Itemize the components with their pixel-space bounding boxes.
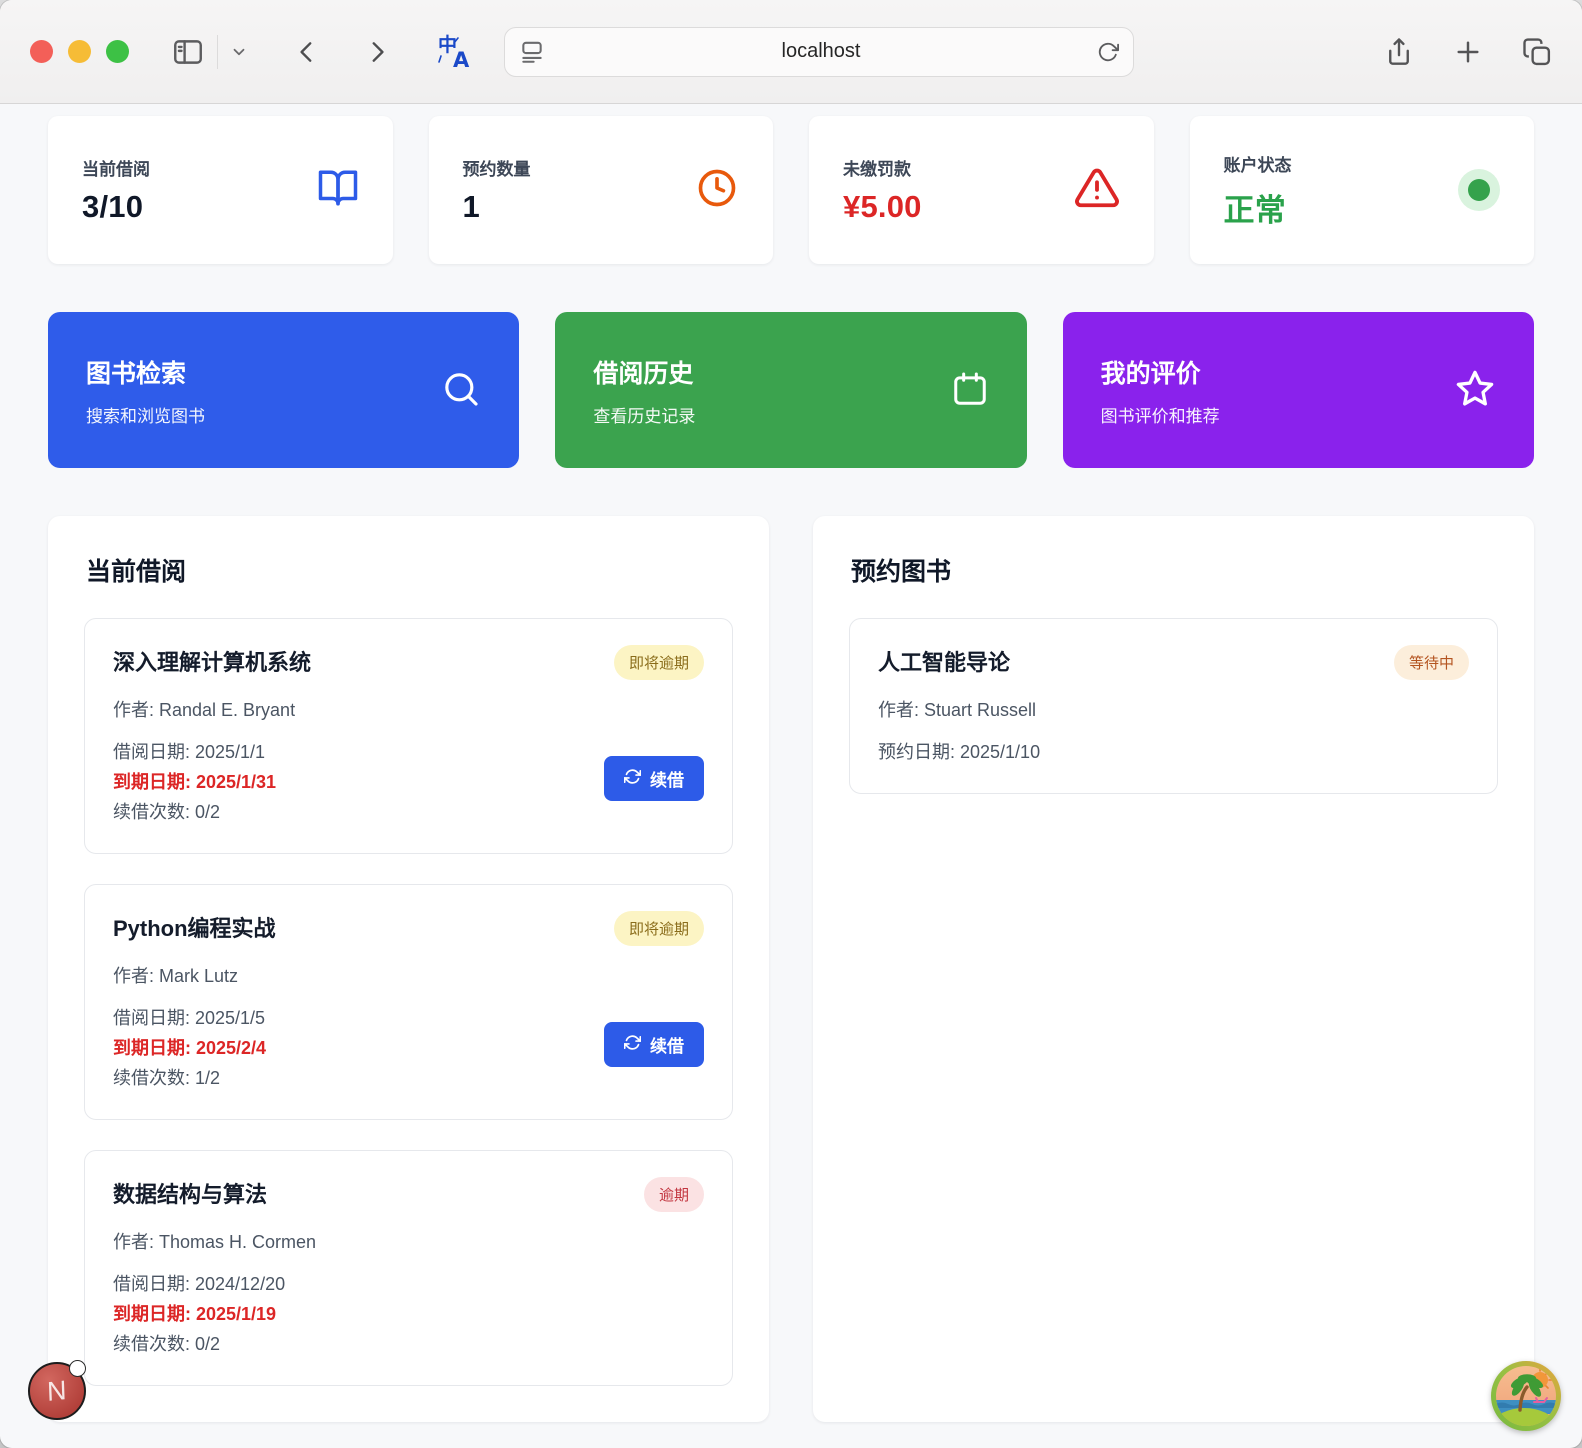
sidebar-toggle-icon[interactable] [171,35,205,69]
renew-count: 续借次数: 0/2 [113,1329,704,1359]
book-author: 作者: Mark Lutz [113,962,704,988]
status-badge: 等待中 [1394,645,1469,680]
status-badge: 逾期 [644,1177,704,1212]
share-icon[interactable] [1384,37,1414,67]
loan-card: Python编程实战 即将逾期 作者: Mark Lutz 借阅日期: 2025… [84,884,733,1120]
stat-label: 账户状态 [1224,151,1292,176]
book-title: Python编程实战 [113,911,276,943]
borrow-history-button[interactable]: 借阅历史 查看历史记录 [555,312,1026,468]
action-subtitle: 图书评价和推荐 [1101,402,1220,427]
refresh-icon [624,768,641,790]
book-title: 数据结构与算法 [113,1177,267,1209]
reserve-date: 预约日期: 2025/1/10 [878,737,1469,767]
stat-value: ¥5.00 [843,189,922,225]
stat-card-unpaid-fines: 未缴罚款 ¥5.00 [809,116,1154,264]
avatar-letter: N [47,1374,67,1407]
action-subtitle: 搜索和浏览图书 [86,402,205,427]
loan-card: 深入理解计算机系统 即将逾期 作者: Randal E. Bryant 借阅日期… [84,618,733,854]
traffic-lights [30,40,129,63]
panel-title: 预约图书 [851,552,1498,588]
stat-value: 1 [463,189,531,225]
action-title: 图书检索 [86,354,205,390]
star-icon [1454,368,1496,413]
status-dot-icon [1458,169,1500,211]
browser-window: 中 A localhost [0,0,1582,1448]
toolbar-divider [217,35,218,69]
action-subtitle: 查看历史记录 [593,402,695,427]
minimize-window-button[interactable] [68,40,91,63]
clock-icon [695,166,739,215]
sidebar-chevron-down-icon[interactable] [230,43,248,61]
reserved-books-panel: 预约图书 人工智能导论 等待中 作者: Stuart Russell 预约日期:… [813,516,1534,1422]
quick-actions-row: 图书检索 搜索和浏览图书 借阅历史 查看历史记录 [48,312,1534,468]
tab-overview-icon[interactable] [1522,37,1552,67]
book-author: 作者: Thomas H. Cormen [113,1228,704,1254]
address-bar[interactable]: localhost [504,27,1134,77]
stat-value: 正常 [1224,185,1292,230]
loan-card: 数据结构与算法 逾期 作者: Thomas H. Cormen 借阅日期: 20… [84,1150,733,1386]
stat-card-reservations: 预约数量 1 [429,116,774,264]
new-tab-icon[interactable] [1454,38,1482,66]
alert-triangle-icon [1074,165,1120,216]
action-title: 借阅历史 [593,354,695,390]
book-author: 作者: Randal E. Bryant [113,696,704,722]
palm-island-badge[interactable] [1490,1360,1562,1432]
renew-button-label: 续借 [650,1032,684,1057]
book-title: 人工智能导论 [878,645,1010,677]
calendar-icon [951,370,989,411]
floating-avatar-button[interactable]: N [28,1362,86,1420]
svg-text:A: A [453,48,470,72]
current-loans-panel: 当前借阅 深入理解计算机系统 即将逾期 作者: Randal E. Bryant… [48,516,769,1422]
url-text: localhost [545,40,1097,63]
page-content: 当前借阅 3/10 预约数量 1 [0,104,1582,1448]
page-format-icon[interactable] [519,39,545,65]
status-badge: 即将逾期 [614,645,704,680]
action-title: 我的评价 [1101,354,1220,390]
forward-button-icon[interactable] [364,39,390,65]
stat-label: 未缴罚款 [843,155,922,180]
renew-button[interactable]: 续借 [604,1022,704,1067]
stat-label: 当前借阅 [82,155,150,180]
my-reviews-button[interactable]: 我的评价 图书评价和推荐 [1063,312,1534,468]
stats-row: 当前借阅 3/10 预约数量 1 [48,116,1534,264]
panels-row: 当前借阅 深入理解计算机系统 即将逾期 作者: Randal E. Bryant… [48,516,1534,1422]
book-search-button[interactable]: 图书检索 搜索和浏览图书 [48,312,519,468]
renew-count: 续借次数: 1/2 [113,1063,704,1093]
book-title: 深入理解计算机系统 [113,645,311,677]
reservation-card: 人工智能导论 等待中 作者: Stuart Russell 预约日期: 2025… [849,618,1498,794]
stat-value: 3/10 [82,189,150,225]
status-badge: 即将逾期 [614,911,704,946]
renew-button[interactable]: 续借 [604,756,704,801]
book-author: 作者: Stuart Russell [878,696,1469,722]
translate-icon[interactable]: 中 A [434,32,474,72]
due-date: 到期日期: 2025/1/19 [113,1299,704,1329]
stat-label: 预约数量 [463,155,531,180]
renew-count: 续借次数: 0/2 [113,797,704,827]
browser-toolbar: 中 A localhost [0,0,1582,104]
reload-icon[interactable] [1097,41,1119,63]
back-button-icon[interactable] [294,39,320,65]
stat-card-account-status: 账户状态 正常 [1190,116,1535,264]
panel-title: 当前借阅 [86,552,733,588]
renew-button-label: 续借 [650,766,684,791]
avatar-notification-dot [69,1360,86,1377]
stat-card-current-loans: 当前借阅 3/10 [48,116,393,264]
search-icon [441,369,481,412]
refresh-icon [624,1034,641,1056]
book-open-icon [317,167,359,214]
zoom-window-button[interactable] [106,40,129,63]
borrow-date: 借阅日期: 2024/12/20 [113,1269,704,1299]
close-window-button[interactable] [30,40,53,63]
